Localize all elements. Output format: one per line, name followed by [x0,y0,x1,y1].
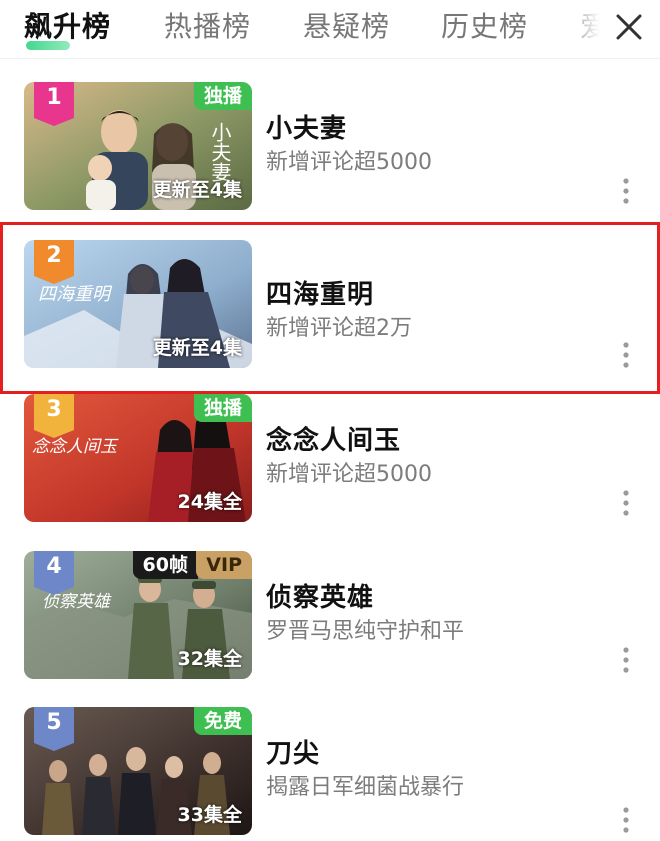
rank-badge: 2 [34,240,74,284]
more-vertical-icon [623,807,629,833]
show-subtitle: 新增评论超5000 [266,150,432,175]
poster-thumbnail[interactable]: 念念人间玉 3 独播 24集全 [24,394,252,522]
item-info: 四海重明 新增评论超2万 [266,278,606,344]
more-vertical-icon [623,490,629,516]
ranking-item-3[interactable]: 念念人间玉 3 独播 24集全 念念人间玉 新增评论超5000 [0,372,660,528]
tab-label: 爱 [580,10,600,43]
exclusive-tag: 独播 [193,82,252,110]
rank-badge: 3 [34,394,74,438]
more-options-button[interactable] [618,340,634,370]
ranking-item-1[interactable]: 小夫妻 1 独播 更新至4集 小夫妻 新增评论超5000 [0,60,660,216]
tab-list: 飙升榜 热播榜 悬疑榜 历史榜 爱 [0,0,600,58]
close-button[interactable] [612,10,646,44]
show-title[interactable]: 小夫妻 [266,112,606,146]
more-vertical-icon [623,647,629,673]
more-options-button[interactable] [618,805,634,835]
tab-romance-partial[interactable]: 爱 [580,8,600,46]
ranking-item-4[interactable]: 侦察英雄 4 60帧 VIP 32集全 侦察英雄 罗晋马思纯守护和平 [0,529,660,685]
rank-badge: 4 [34,551,74,595]
poster-thumbnail[interactable]: 四海重明 2 更新至4集 [24,240,252,368]
item-info: 念念人间玉 新增评论超5000 [266,424,606,490]
show-subtitle: 新增评论超2万 [266,316,412,341]
more-vertical-icon [623,178,629,204]
show-title[interactable]: 刀尖 [266,737,606,771]
rank-badge: 1 [34,82,74,126]
more-options-button[interactable] [618,488,634,518]
rank-number: 5 [46,710,62,735]
rank-number: 4 [46,554,62,579]
poster-thumbnail[interactable]: 5 免费 33集全 [24,707,252,835]
tab-label: 热播榜 [164,10,252,43]
rank-number: 2 [46,243,62,268]
episode-status: 更新至4集 [152,337,242,359]
show-title[interactable]: 侦察英雄 [266,581,606,615]
more-options-button[interactable] [618,645,634,675]
episode-status: 更新至4集 [152,179,242,201]
episode-status: 33集全 [177,804,242,826]
show-title[interactable]: 四海重明 [266,278,606,312]
item-info: 刀尖 揭露日军细菌战暴行 [266,737,606,803]
more-vertical-icon [623,342,629,368]
tab-label: 历史榜 [441,10,529,43]
vip-tag: VIP [196,551,252,579]
tab-soaring[interactable]: 飙升榜 [24,8,112,50]
ranking-item-5[interactable]: 5 免费 33集全 刀尖 揭露日军细菌战暴行 [0,685,660,841]
poster-thumbnail[interactable]: 小夫妻 1 独播 更新至4集 [24,82,252,210]
rank-number: 1 [46,85,62,110]
more-options-button[interactable] [618,176,634,206]
fps-tag: 60帧 [132,551,198,579]
show-title[interactable]: 念念人间玉 [266,424,606,458]
rank-number: 3 [46,397,62,422]
tab-history[interactable]: 历史榜 [441,8,528,46]
category-tab-bar: 飙升榜 热播榜 悬疑榜 历史榜 爱 [0,0,660,59]
tab-hot[interactable]: 热播榜 [164,8,251,46]
free-tag: 免费 [193,707,252,735]
poster-calligraphy: 念念人间玉 [32,437,119,457]
tab-label: 悬疑榜 [303,10,391,43]
poster-calligraphy: 小夫妻 [208,122,232,182]
episode-status: 32集全 [177,648,242,670]
show-subtitle: 新增评论超5000 [266,462,432,487]
ranking-item-2[interactable]: 四海重明 2 更新至4集 四海重明 新增评论超2万 [0,222,660,394]
show-subtitle: 揭露日军细菌战暴行 [266,775,465,800]
poster-calligraphy: 四海重明 [38,284,113,305]
tab-suspense[interactable]: 悬疑榜 [303,8,390,46]
close-icon [616,14,642,40]
rank-badge: 5 [34,707,74,751]
exclusive-tag: 独播 [193,394,252,422]
tab-label: 飙升榜 [24,10,112,43]
poster-calligraphy: 侦察英雄 [42,592,112,612]
item-info: 侦察英雄 罗晋马思纯守护和平 [266,581,606,647]
item-info: 小夫妻 新增评论超5000 [266,112,606,178]
poster-thumbnail[interactable]: 侦察英雄 4 60帧 VIP 32集全 [24,551,252,679]
show-subtitle: 罗晋马思纯守护和平 [266,619,465,644]
episode-status: 24集全 [177,491,242,513]
